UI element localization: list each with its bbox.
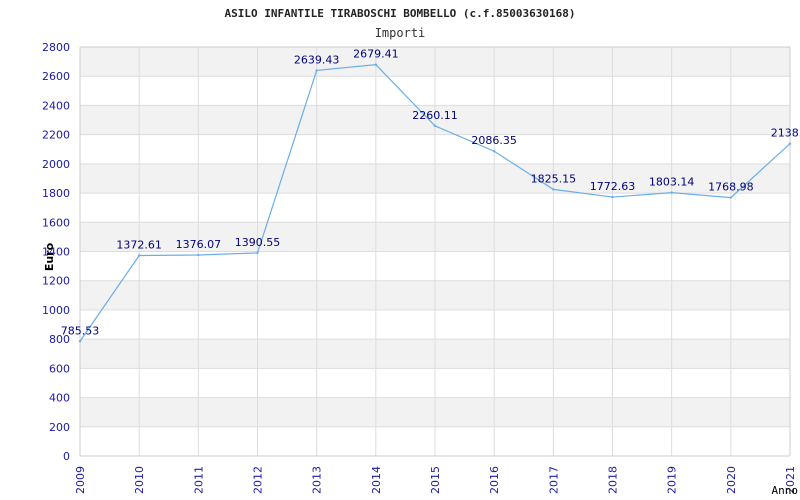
data-point: [788, 142, 792, 145]
x-tick-label: 2017: [547, 466, 560, 494]
data-label: 2138.3: [771, 127, 800, 140]
line-chart: ASILO INFANTILE TIRABOSCHI BOMBELLO (c.f…: [42, 7, 800, 497]
y-tick-label: 2000: [42, 158, 70, 171]
y-tick-label: 600: [49, 362, 70, 375]
chart-subtitle: Importi: [375, 26, 426, 40]
x-tick-label: 2018: [607, 466, 620, 494]
x-tick-label: 2009: [74, 466, 87, 494]
data-label: 1825.15: [531, 172, 577, 185]
data-point: [78, 340, 82, 343]
y-tick-label: 1000: [42, 304, 70, 317]
data-point: [433, 124, 437, 128]
data-point: [492, 150, 496, 153]
y-tick-label: 2600: [42, 70, 70, 83]
y-tick-label: 200: [49, 421, 70, 434]
y-tick-label: 1200: [42, 275, 70, 288]
data-label: 2679.41: [353, 48, 399, 61]
x-tick-label: 2011: [192, 466, 205, 494]
x-axis-label: Anno: [772, 484, 799, 497]
data-label: 2086.35: [471, 134, 517, 147]
y-tick-label: 2800: [42, 41, 70, 54]
data-label: 1772.63: [590, 180, 636, 193]
y-tick-label: 2400: [42, 99, 70, 112]
data-point: [137, 254, 141, 257]
data-label: 1803.14: [649, 176, 695, 189]
y-tick-label: 1800: [42, 187, 70, 200]
x-tick-label: 2012: [252, 466, 265, 494]
data-point: [374, 63, 378, 66]
y-tick-label: 0: [63, 450, 70, 463]
x-tick-label: 2016: [488, 466, 501, 494]
x-tick-label: 2014: [370, 466, 383, 494]
data-point: [315, 69, 318, 72]
x-tick-label: 2019: [666, 466, 679, 494]
data-point: [729, 196, 733, 199]
data-label: 1376.07: [176, 238, 222, 251]
data-label: 1390.55: [235, 236, 281, 249]
y-axis-label: Euro: [43, 242, 56, 271]
y-tick-label: 1600: [42, 216, 70, 229]
y-tick-label: 400: [49, 392, 70, 405]
data-label: 785.53: [61, 324, 100, 337]
data-point: [197, 253, 200, 257]
data-point: [552, 188, 555, 191]
y-tick-label: 2200: [42, 129, 70, 142]
data-point: [670, 191, 673, 194]
data-label: 1372.61: [116, 239, 162, 252]
x-tick-label: 2015: [429, 466, 442, 494]
chart-title: ASILO INFANTILE TIRABOSCHI BOMBELLO (c.f…: [225, 7, 576, 20]
x-tick-label: 2010: [133, 466, 146, 494]
data-label: 2639.43: [294, 53, 340, 66]
data-label: 2260.11: [412, 109, 458, 122]
x-tick-label: 2013: [311, 466, 324, 494]
data-point: [611, 195, 614, 199]
x-axis-ticks: 2009 2010 2011 2012 2013 2014 2015 2016 2017 2018…: [74, 466, 797, 494]
data-label: 1768.98: [708, 181, 754, 194]
data-point: [256, 251, 259, 255]
x-tick-label: 2020: [725, 466, 738, 494]
